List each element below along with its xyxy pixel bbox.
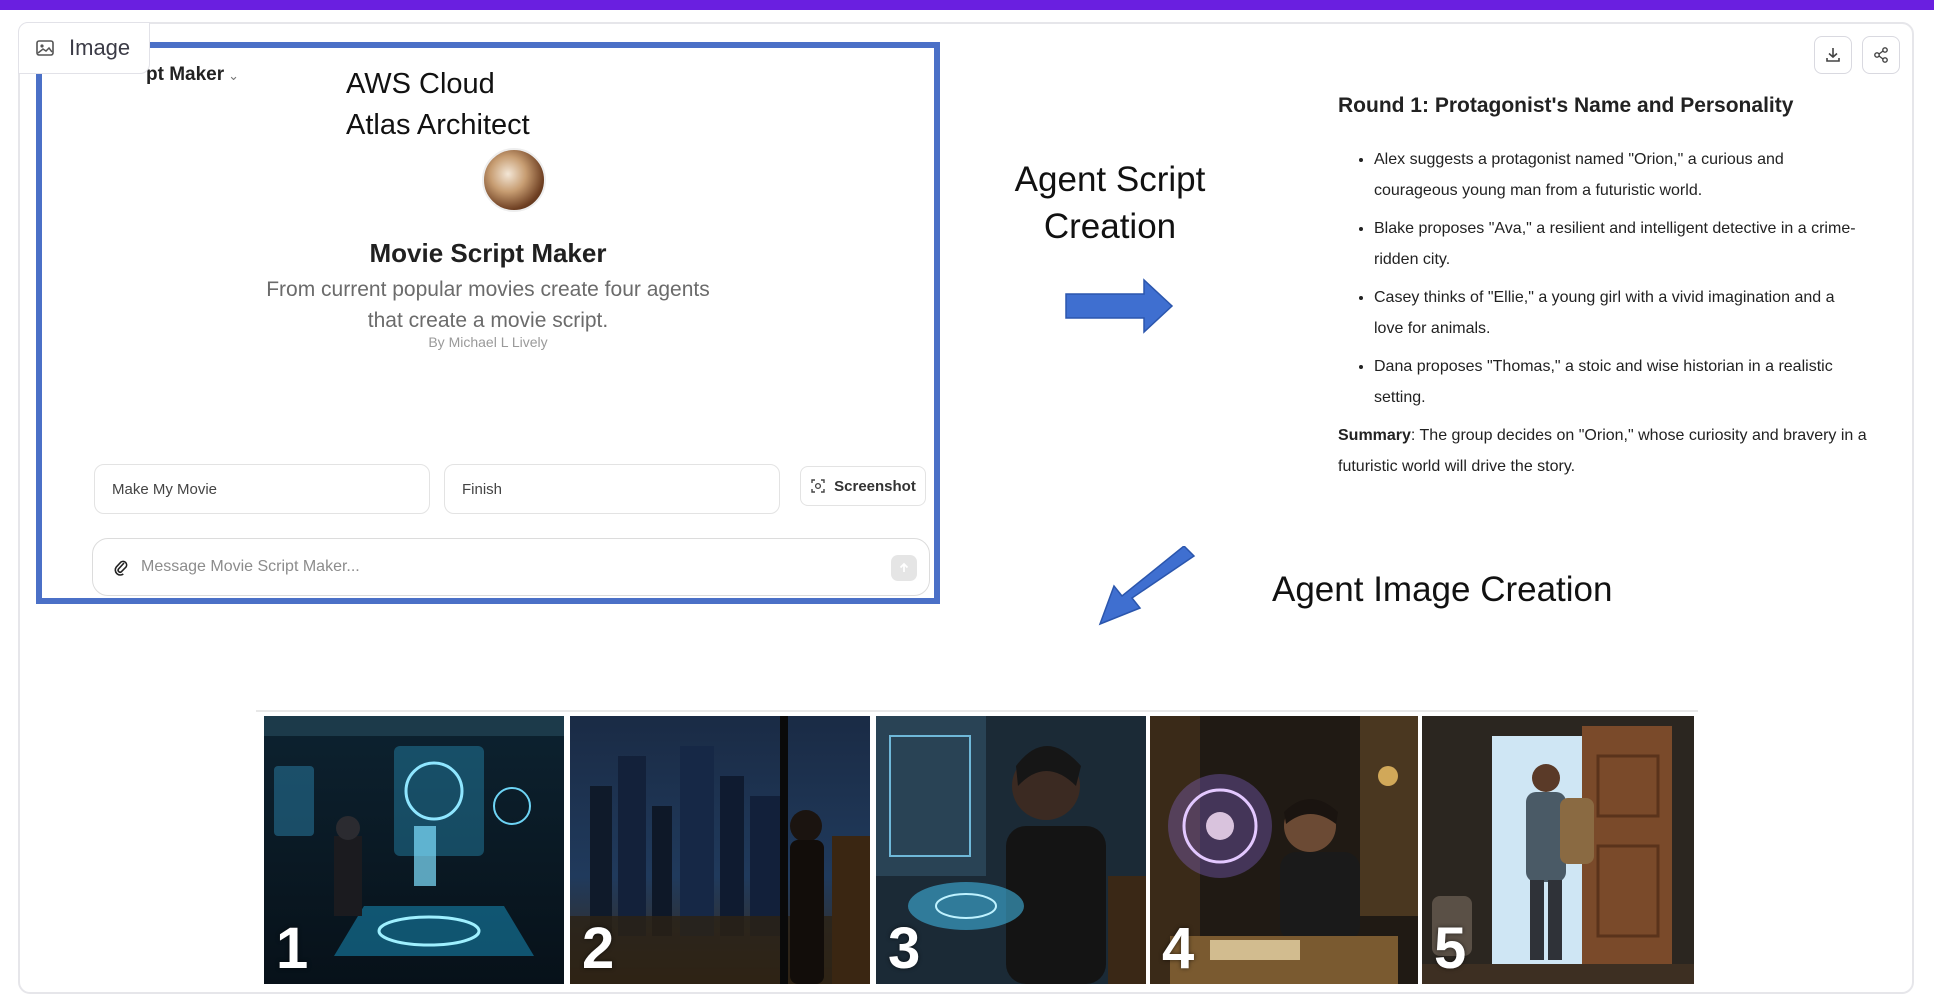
scene-image-4: 4 xyxy=(1150,716,1418,984)
screenshot-label: Screenshot xyxy=(834,477,916,495)
agent-image-creation-label: Agent Image Creation xyxy=(1272,570,1613,609)
paperclip-icon xyxy=(114,560,128,576)
scene-image-1: 1 xyxy=(264,716,564,984)
proposal-dana: Dana proposes "Thomas," a stoic and wise… xyxy=(1374,351,1868,413)
arrow-right-icon xyxy=(1065,278,1174,334)
scene-number-1: 1 xyxy=(276,916,309,981)
image-tag: Image xyxy=(18,22,150,74)
aws-overlay-text: AWS Cloud Atlas Architect xyxy=(346,64,530,146)
aws-line-2: Atlas Architect xyxy=(346,109,530,141)
script-output: Round 1: Protagonist's Name and Personal… xyxy=(1338,94,1868,482)
bot-description: From current popular movies create four … xyxy=(42,274,934,336)
proposal-casey: Casey thinks of "Ellie," a young girl wi… xyxy=(1374,282,1868,344)
gpt-screenshot-panel: pt Maker ⌄ AWS Cloud Atlas Architect Movi… xyxy=(36,42,940,604)
share-button[interactable] xyxy=(1862,36,1900,74)
share-icon xyxy=(1874,47,1888,63)
image-tag-label: Image xyxy=(69,35,131,60)
script-label-line-2: Creation xyxy=(1043,207,1177,246)
image-icon xyxy=(36,40,54,56)
scene-number-4: 4 xyxy=(1162,916,1195,981)
aws-line-1: AWS Cloud xyxy=(346,68,495,100)
summary: Summary: The group decides on "Orion," w… xyxy=(1338,420,1868,482)
scene-image-5: 5 xyxy=(1422,716,1694,984)
arrow-up-icon xyxy=(899,562,909,572)
scene-1-art xyxy=(264,716,564,984)
agent-script-creation-label: Agent Script Creation xyxy=(990,156,1230,250)
scene-number-3: 3 xyxy=(888,916,921,981)
download-icon xyxy=(1826,48,1840,62)
starter-make-my-movie[interactable]: Make My Movie xyxy=(94,464,430,514)
bot-name: Movie Script Maker xyxy=(369,238,607,268)
scene-number-2: 2 xyxy=(582,916,615,981)
message-input[interactable]: Message Movie Script Maker... xyxy=(92,538,930,596)
summary-label: Summary xyxy=(1338,427,1411,444)
script-label-line-1: Agent Script xyxy=(1014,160,1206,199)
summary-text: : The group decides on "Orion," whose cu… xyxy=(1338,427,1867,475)
gpt-title[interactable]: pt Maker ⌄ xyxy=(146,64,239,86)
starter-finish[interactable]: Finish xyxy=(444,464,780,514)
download-button[interactable] xyxy=(1814,36,1852,74)
chevron-down-icon: ⌄ xyxy=(228,68,240,83)
gpt-title-text: pt Maker xyxy=(146,64,225,85)
scene-2-art xyxy=(570,716,870,984)
strip-divider xyxy=(256,710,1698,712)
bot-avatar xyxy=(482,148,546,212)
screenshot-button[interactable]: Screenshot xyxy=(800,466,926,506)
proposal-alex: Alex suggests a protagonist named "Orion… xyxy=(1374,144,1868,206)
arrow-down-left-icon xyxy=(1098,546,1196,626)
bot-author: By Michael L Lively xyxy=(428,334,548,350)
send-button[interactable] xyxy=(891,555,917,581)
bot-description-line-2: that create a movie script. xyxy=(367,309,609,332)
scene-image-3: 3 xyxy=(876,716,1146,984)
round-heading: Round 1: Protagonist's Name and Personal… xyxy=(1338,94,1794,117)
proposal-blake: Blake proposes "Ava," a resilient and in… xyxy=(1374,213,1868,275)
screenshot-icon xyxy=(811,479,825,493)
agent-proposals-list: Alex suggests a protagonist named "Orion… xyxy=(1374,144,1868,413)
scene-image-2: 2 xyxy=(570,716,870,984)
scene-number-5: 5 xyxy=(1434,916,1467,981)
bot-description-line-1: From current popular movies create four … xyxy=(266,278,710,301)
canvas: Image pt Maker ⌄ AWS Cloud Atlas Architec… xyxy=(0,10,1934,1006)
message-placeholder: Message Movie Script Maker... xyxy=(141,558,360,575)
